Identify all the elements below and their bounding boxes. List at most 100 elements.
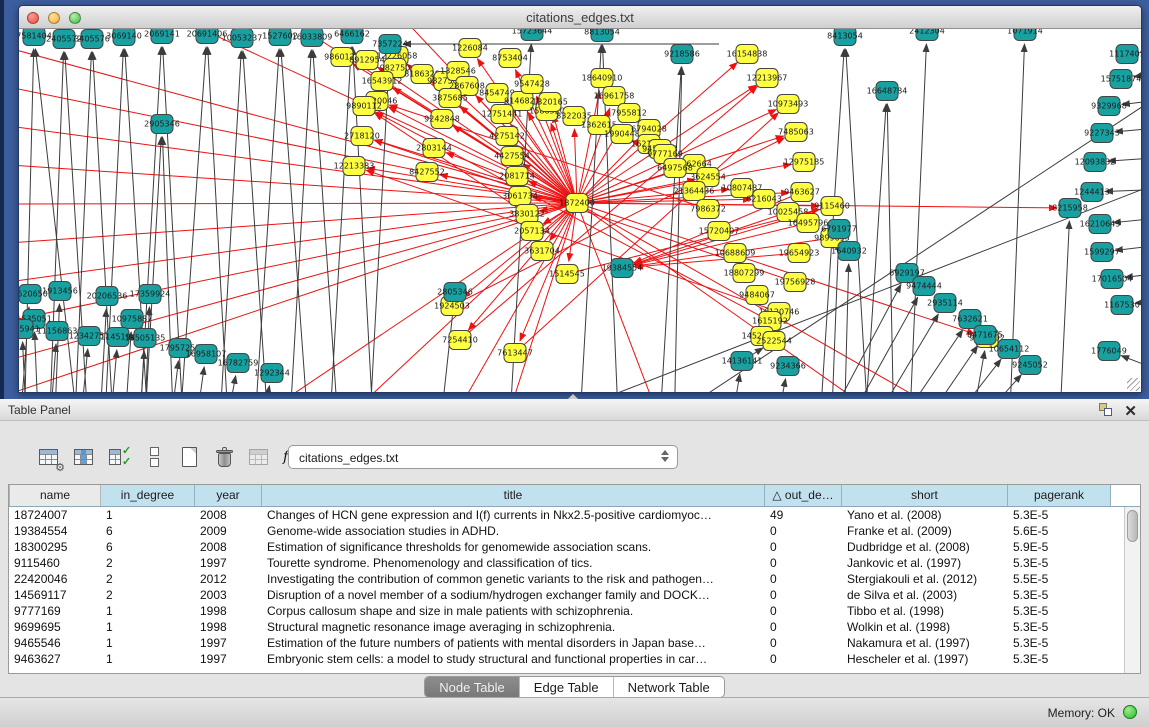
table-cell[interactable]: 19384554 — [9, 523, 101, 539]
graph-node[interactable]: 4275142 — [489, 127, 525, 146]
graph-edge[interactable] — [577, 199, 751, 203]
table-cell[interactable]: Yano et al. (2008) — [842, 507, 1008, 523]
graph-edge[interactable] — [194, 367, 204, 392]
graph-node[interactable]: 18807299 — [724, 264, 765, 283]
graph-node[interactable]: 19654923 — [779, 244, 820, 263]
graph-node[interactable]: 8215958 — [1052, 199, 1088, 218]
table-cell[interactable]: Disruption of a novel member of a sodium… — [262, 587, 765, 603]
graph-edge[interactable] — [914, 346, 978, 392]
table-cell[interactable]: 5.3E-5 — [1008, 635, 1111, 651]
graph-node[interactable]: 2412304 — [909, 29, 945, 41]
delete-table-icon[interactable] — [211, 444, 239, 472]
column-checks-icon[interactable]: ✓✓ — [106, 444, 134, 472]
graph-node[interactable]: 3405576 — [74, 30, 110, 49]
graph-edge[interactable] — [846, 49, 869, 392]
graph-node[interactable]: 9463627 — [784, 183, 820, 202]
graph-node[interactable]: 9234366 — [770, 357, 806, 376]
new-table-icon[interactable] — [176, 444, 204, 472]
table-row[interactable]: 1456911722003Disruption of a novel membe… — [9, 587, 1124, 603]
table-cell[interactable]: 1997 — [195, 635, 262, 651]
graph-node[interactable]: 12975185 — [784, 153, 825, 172]
table-cell[interactable]: Nakamura et al. (1997) — [842, 635, 1008, 651]
network-graph[interactable]: 1872400986012889129541222605898275016543… — [19, 29, 1141, 392]
table-row[interactable]: 1872400712008Changes of HCN gene express… — [9, 507, 1124, 523]
table-row[interactable]: 946554611997Estimation of the future num… — [9, 635, 1124, 651]
graph-node[interactable]: 8413054 — [827, 29, 863, 46]
graph-edge[interactable] — [1121, 356, 1141, 374]
graph-node[interactable]: 1117403 — [1109, 45, 1141, 64]
table-cell[interactable]: 5.3E-5 — [1008, 507, 1111, 523]
graph-edge[interactable] — [289, 50, 311, 392]
graph-edge[interactable] — [939, 359, 1001, 392]
graph-edge[interactable] — [144, 137, 161, 392]
table-cell[interactable]: 1997 — [195, 651, 262, 667]
graph-edge[interactable] — [844, 264, 849, 392]
graph-edge[interactable] — [819, 284, 901, 392]
graph-node[interactable]: 18640910 — [582, 69, 623, 88]
table-row[interactable]: 946362711997Embryonic stem cells: a mode… — [9, 651, 1124, 667]
memory-ok-indicator[interactable] — [1123, 705, 1137, 719]
table-cell[interactable]: 0 — [765, 571, 842, 587]
graph-node[interactable]: 9218586 — [664, 45, 700, 64]
graph-edge[interactable] — [19, 164, 577, 203]
table-cell[interactable]: 0 — [765, 523, 842, 539]
graph-node[interactable]: 12093832 — [1075, 153, 1116, 172]
graph-edge[interactable] — [831, 242, 839, 392]
graph-node[interactable]: 9484067 — [739, 286, 775, 305]
graph-edge[interactable] — [19, 44, 577, 203]
table-cell[interactable]: 22420046 — [9, 571, 101, 587]
table-cell[interactable]: 0 — [765, 555, 842, 571]
graph-edge[interactable] — [774, 379, 786, 392]
tab-network-table[interactable]: Network Table — [614, 677, 724, 697]
table-cell[interactable]: 2 — [101, 587, 195, 603]
graph-node[interactable]: 8753404 — [492, 49, 528, 68]
table-row[interactable]: 2242004622012Investigating the contribut… — [9, 571, 1124, 587]
graph-node[interactable]: 3069140 — [106, 29, 142, 46]
column-header-in-degree[interactable]: in_degree — [101, 485, 195, 506]
graph-edge[interactable] — [889, 330, 963, 392]
column-header-pagerank[interactable]: pagerank — [1008, 485, 1111, 506]
window-titlebar[interactable]: citations_edges.txt — [19, 6, 1141, 29]
graph-edge[interactable] — [19, 203, 577, 204]
row-options-icon[interactable] — [141, 444, 169, 472]
table-cell[interactable]: 9463627 — [9, 651, 101, 667]
graph-edge[interactable] — [1105, 189, 1141, 191]
graph-node[interactable]: 1226084 — [452, 39, 488, 58]
graph-edge[interactable] — [243, 51, 269, 392]
column-header-name[interactable]: name — [9, 485, 101, 506]
tab-edge-table[interactable]: Edge Table — [520, 677, 614, 697]
graph-node[interactable]: 19756928 — [775, 273, 816, 292]
graph-edge[interactable] — [35, 332, 39, 392]
tab-node-table[interactable]: Node Table — [425, 677, 520, 697]
graph-edge[interactable] — [24, 49, 34, 392]
table-cell[interactable]: 1 — [101, 635, 195, 651]
table-cell[interactable]: 6 — [101, 539, 195, 555]
graph-node[interactable]: 19384554 — [602, 259, 643, 278]
graph-node[interactable]: 9227343 — [1084, 124, 1120, 143]
table-cell[interactable]: 2009 — [195, 523, 262, 539]
graph-edge[interactable] — [259, 386, 269, 392]
graph-node[interactable]: 16154838 — [727, 45, 768, 64]
table-row[interactable]: 1938455462009Genome-wide association stu… — [9, 523, 1124, 539]
table-cell[interactable]: 1 — [101, 507, 195, 523]
table-cell[interactable]: Genome-wide association studies in ADHD. — [262, 523, 765, 539]
table-cell[interactable]: 0 — [765, 603, 842, 619]
graph-edge[interactable] — [169, 361, 178, 392]
select-columns-icon[interactable] — [71, 444, 99, 472]
table-cell[interactable]: Stergiakouli et al. (2012) — [842, 571, 1008, 587]
table-cell[interactable]: 9465546 — [9, 635, 101, 651]
table-select-dropdown[interactable]: citations_edges.txt — [288, 445, 678, 469]
table-cell[interactable]: 2 — [101, 555, 195, 571]
graph-node[interactable]: 9329968 — [1091, 97, 1127, 116]
graph-edge[interactable] — [219, 51, 241, 392]
graph-node[interactable]: 17359924 — [130, 285, 171, 304]
table-cell[interactable]: 5.3E-5 — [1008, 603, 1111, 619]
network-canvas[interactable]: 1872400986012889129541222605898275016543… — [19, 29, 1141, 392]
table-settings-icon[interactable]: ⚙ — [36, 444, 64, 472]
graph-edge[interactable] — [254, 49, 279, 392]
table-cell[interactable]: 5.6E-5 — [1008, 523, 1111, 539]
graph-node[interactable]: 6466162 — [334, 29, 370, 44]
graph-node[interactable]: 1292344 — [254, 364, 290, 383]
table-cell[interactable]: 5.3E-5 — [1008, 587, 1111, 603]
graph-node[interactable]: 8813054 — [584, 29, 620, 42]
